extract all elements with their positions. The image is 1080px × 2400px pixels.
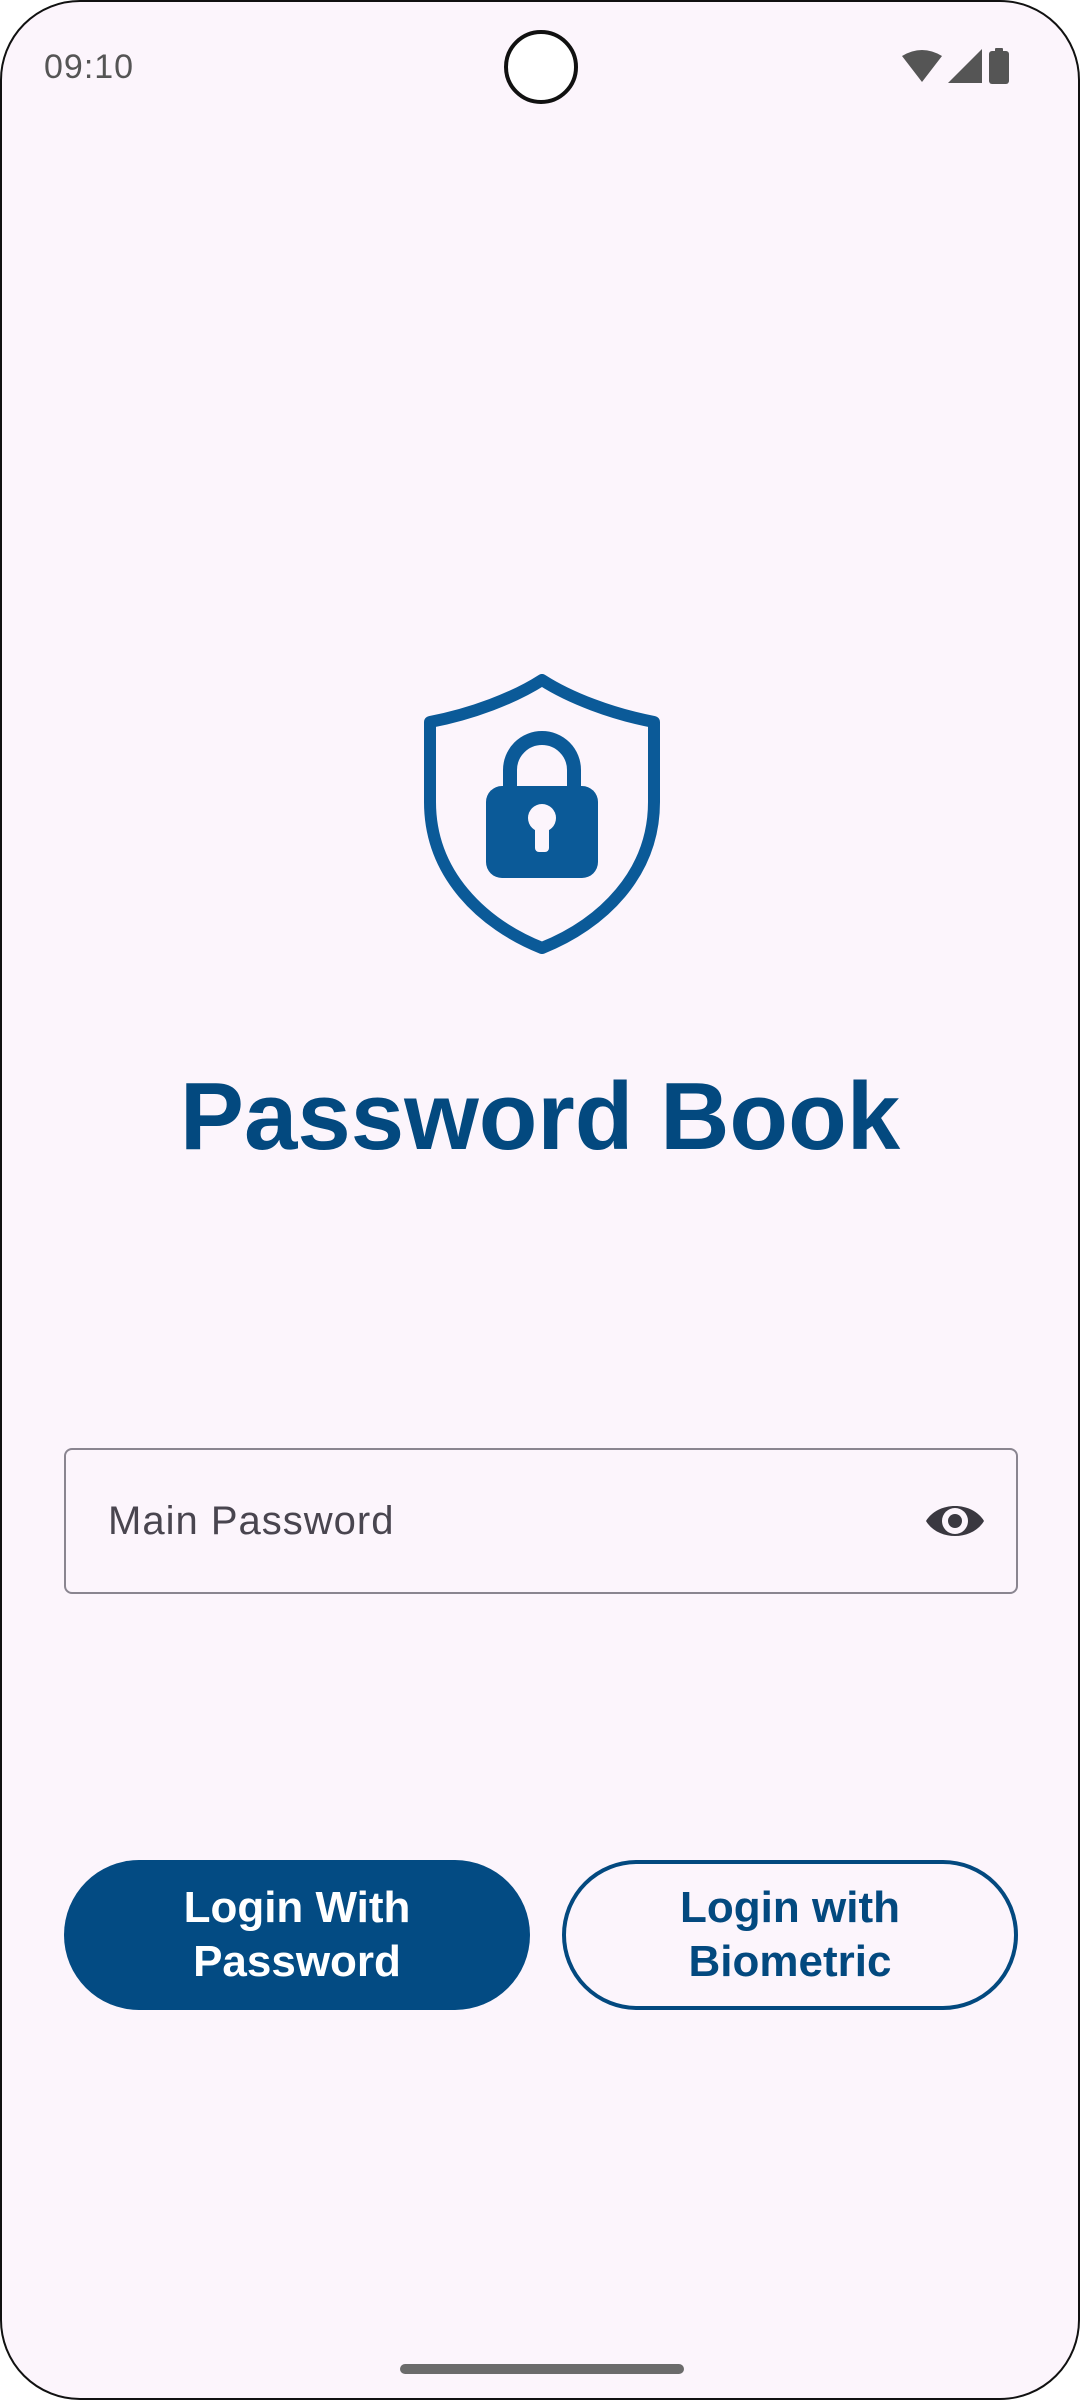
wifi-icon (902, 50, 942, 82)
main-password-field[interactable] (64, 1448, 1018, 1594)
status-bar: 09:10 (2, 2, 1078, 132)
login-with-password-label: Login With Password (183, 1883, 411, 1986)
login-with-biometric-label: Login with Biometric (680, 1883, 900, 1986)
front-camera (504, 30, 578, 104)
eye-icon[interactable] (924, 1491, 986, 1551)
main-password-input[interactable] (66, 1450, 886, 1592)
home-indicator[interactable] (400, 2364, 684, 2374)
cellular-signal-icon (948, 49, 982, 83)
phone-screen: 09:10 Password Book Login With Password … (0, 0, 1080, 2400)
app-title: Password Book (179, 1063, 901, 1170)
status-time: 09:10 (44, 48, 135, 86)
battery-icon (988, 48, 1010, 84)
login-with-biometric-button[interactable]: Login with Biometric (562, 1860, 1018, 2010)
login-with-password-button[interactable]: Login With Password (64, 1860, 530, 2010)
shield-lock-icon (422, 674, 662, 954)
status-icons (902, 48, 1010, 84)
